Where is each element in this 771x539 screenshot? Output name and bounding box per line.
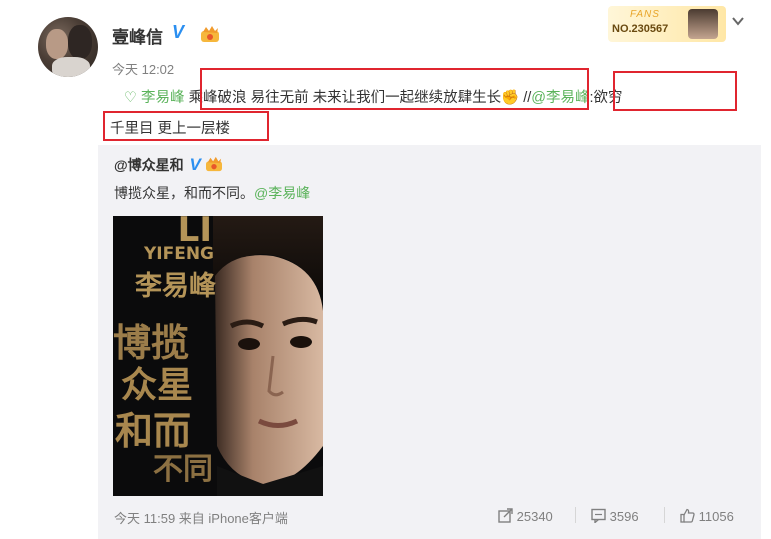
quoted-body-text: 博揽众星，和而不同。 bbox=[114, 185, 254, 201]
fans-badge-title: FANS bbox=[630, 9, 660, 20]
comment-icon bbox=[591, 508, 606, 525]
post-time[interactable]: 今天 12:02 bbox=[112, 59, 174, 78]
stat-divider bbox=[664, 507, 665, 523]
highlight-box-mention bbox=[613, 71, 737, 111]
like-action[interactable]: 11056 bbox=[680, 508, 734, 524]
highlight-box-line2 bbox=[103, 111, 269, 141]
comment-count: 3596 bbox=[609, 509, 639, 524]
repost-icon bbox=[498, 508, 513, 523]
username[interactable]: 壹峰信 bbox=[112, 23, 163, 48]
poster-text-name: 李易峰 bbox=[135, 271, 216, 302]
quoted-crown-badge-icon bbox=[205, 156, 222, 172]
comment-action[interactable]: 3596 bbox=[591, 508, 639, 525]
quoted-verified-icon: V bbox=[189, 155, 201, 174]
quoted-footer-time-source[interactable]: 今天 11:59 来自 iPhone客户端 bbox=[114, 508, 288, 527]
quoted-username-text[interactable]: @博众星和 bbox=[114, 157, 184, 173]
poster-text-yifeng: YIFENG bbox=[143, 244, 214, 264]
poster-slogan-4: 不同 bbox=[153, 452, 213, 487]
fans-badge-number: NO.230567 bbox=[612, 23, 669, 35]
poster-image[interactable]: LI YIFENG 李易峰 博揽 众星 和而 不同 bbox=[113, 216, 323, 496]
user-avatar[interactable] bbox=[38, 17, 98, 77]
topic-link[interactable]: ♡ 李易峰 bbox=[124, 90, 185, 106]
verified-icon: V bbox=[172, 22, 185, 42]
fans-badge-avatar bbox=[688, 9, 718, 39]
quoted-username[interactable]: @博众星和 V bbox=[114, 155, 223, 175]
repost-action[interactable]: 25340 bbox=[498, 508, 553, 524]
thumbs-up-icon bbox=[680, 508, 695, 523]
crown-badge-icon bbox=[201, 26, 219, 42]
repost-count: 25340 bbox=[516, 509, 553, 524]
quoted-mention-link[interactable]: @李易峰 bbox=[254, 185, 310, 201]
fans-badge[interactable]: FANS NO.230567 bbox=[608, 6, 726, 42]
chevron-down-icon[interactable] bbox=[731, 14, 745, 28]
quoted-text: 博揽众星，和而不同。@李易峰 bbox=[114, 183, 310, 203]
highlight-box-main-text bbox=[200, 68, 589, 110]
like-count: 11056 bbox=[698, 509, 734, 524]
stat-divider bbox=[575, 507, 576, 523]
